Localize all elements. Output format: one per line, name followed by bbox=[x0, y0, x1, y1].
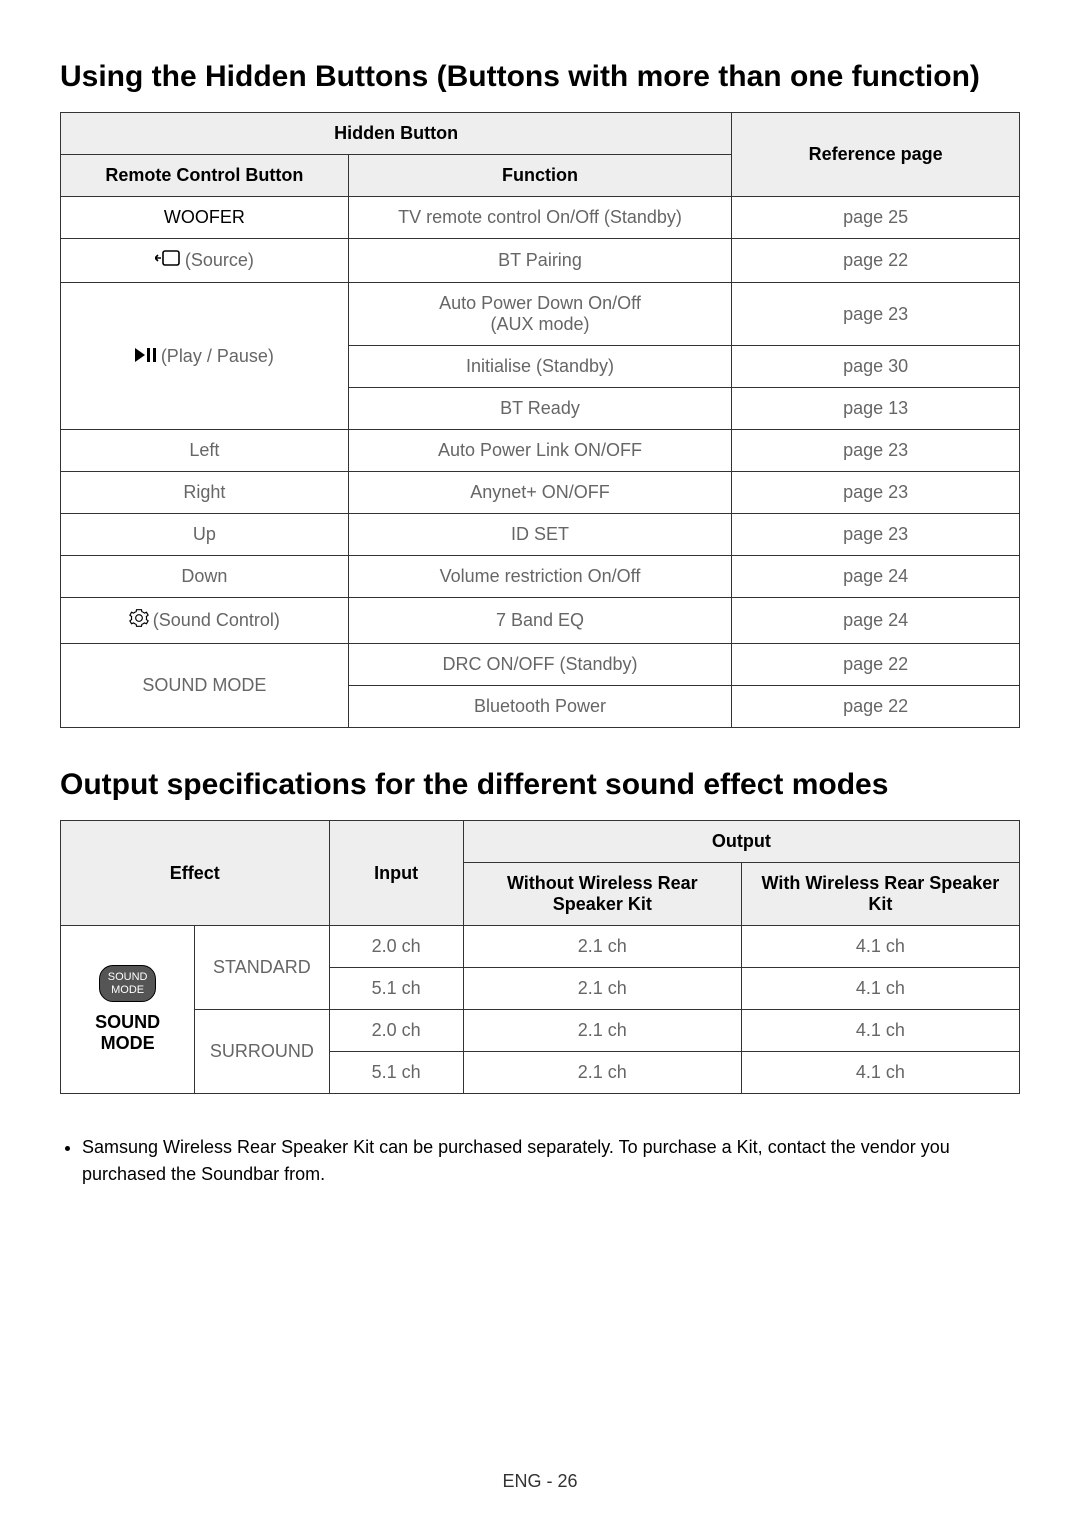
cell-function: Initialise (Standby) bbox=[348, 346, 732, 388]
cell-function: BT Ready bbox=[348, 388, 732, 430]
cell-button: Right bbox=[61, 472, 349, 514]
cell-button: Up bbox=[61, 514, 349, 556]
cell-without: 2.1 ch bbox=[463, 1010, 741, 1052]
cell-function: TV remote control On/Off (Standby) bbox=[348, 197, 732, 239]
cell-ref: page 23 bbox=[732, 430, 1020, 472]
th-without-kit: Without Wireless Rear Speaker Kit bbox=[463, 863, 741, 926]
cell-input: 2.0 ch bbox=[329, 926, 463, 968]
cell-button: Down bbox=[61, 556, 349, 598]
cell-function: Auto Power Down On/Off (AUX mode) bbox=[348, 283, 732, 346]
cell-ref: page 23 bbox=[732, 283, 1020, 346]
cell-button: SOUND MODE bbox=[61, 644, 349, 728]
cell-ref: page 22 bbox=[732, 644, 1020, 686]
cell-function: ID SET bbox=[348, 514, 732, 556]
cell-function: BT Pairing bbox=[348, 239, 732, 283]
cell-ref: page 23 bbox=[732, 514, 1020, 556]
table-row: SOUND MODE DRC ON/OFF (Standby) page 22 bbox=[61, 644, 1020, 686]
cell-button: WOOFER bbox=[61, 197, 349, 239]
cell-without: 2.1 ch bbox=[463, 1052, 741, 1094]
cell-sound-mode: SOUND MODE SOUND MODE bbox=[61, 926, 195, 1094]
table-row: Up ID SET page 23 bbox=[61, 514, 1020, 556]
cell-ref: page 25 bbox=[732, 197, 1020, 239]
cell-without: 2.1 ch bbox=[463, 968, 741, 1010]
play-pause-icon bbox=[135, 346, 157, 367]
th-reference-page: Reference page bbox=[732, 113, 1020, 197]
table-row: Down Volume restriction On/Off page 24 bbox=[61, 556, 1020, 598]
output-specs-table: Effect Input Output Without Wireless Rea… bbox=[60, 820, 1020, 1094]
table-row: (Sound Control) 7 Band EQ page 24 bbox=[61, 598, 1020, 644]
cell-ref: page 24 bbox=[732, 556, 1020, 598]
table-row: (Play / Pause) Auto Power Down On/Off (A… bbox=[61, 283, 1020, 346]
th-remote-control-button: Remote Control Button bbox=[61, 155, 349, 197]
source-icon bbox=[155, 249, 181, 272]
cell-button: (Source) bbox=[61, 239, 349, 283]
hidden-buttons-table: Hidden Button Reference page Remote Cont… bbox=[60, 112, 1020, 728]
cell-ref: page 13 bbox=[732, 388, 1020, 430]
cell-function: Anynet+ ON/OFF bbox=[348, 472, 732, 514]
cell-function: DRC ON/OFF (Standby) bbox=[348, 644, 732, 686]
cell-mode: STANDARD bbox=[195, 926, 329, 1010]
sound-mode-badge: SOUND MODE bbox=[99, 965, 157, 1001]
cell-button-label: (Source) bbox=[185, 250, 254, 271]
cell-input: 5.1 ch bbox=[329, 968, 463, 1010]
notes-list: Samsung Wireless Rear Speaker Kit can be… bbox=[60, 1134, 1020, 1188]
cell-ref: page 22 bbox=[732, 239, 1020, 283]
th-input: Input bbox=[329, 821, 463, 926]
gear-icon bbox=[129, 608, 149, 633]
badge-line2: MODE bbox=[111, 984, 144, 996]
th-output: Output bbox=[463, 821, 1019, 863]
note-item: Samsung Wireless Rear Speaker Kit can be… bbox=[82, 1134, 1020, 1188]
cell-button: Left bbox=[61, 430, 349, 472]
table-row: WOOFER TV remote control On/Off (Standby… bbox=[61, 197, 1020, 239]
cell-with: 4.1 ch bbox=[741, 926, 1019, 968]
page-footer: ENG - 26 bbox=[0, 1471, 1080, 1492]
cell-function: Bluetooth Power bbox=[348, 686, 732, 728]
cell-ref: page 22 bbox=[732, 686, 1020, 728]
heading-hidden-buttons: Using the Hidden Buttons (Buttons with m… bbox=[60, 60, 1020, 94]
cell-with: 4.1 ch bbox=[741, 1010, 1019, 1052]
cell-function: 7 Band EQ bbox=[348, 598, 732, 644]
cell-button: (Play / Pause) bbox=[61, 283, 349, 430]
th-function: Function bbox=[348, 155, 732, 197]
badge-line1: SOUND bbox=[108, 971, 148, 983]
cell-mode: SURROUND bbox=[195, 1010, 329, 1094]
sound-mode-label: SOUND MODE bbox=[69, 1012, 186, 1054]
th-with-kit: With Wireless Rear Speaker Kit bbox=[741, 863, 1019, 926]
table-row: Left Auto Power Link ON/OFF page 23 bbox=[61, 430, 1020, 472]
cell-without: 2.1 ch bbox=[463, 926, 741, 968]
cell-with: 4.1 ch bbox=[741, 1052, 1019, 1094]
table-row: Right Anynet+ ON/OFF page 23 bbox=[61, 472, 1020, 514]
cell-button-label: (Sound Control) bbox=[153, 610, 280, 631]
th-effect: Effect bbox=[61, 821, 330, 926]
cell-ref: page 24 bbox=[732, 598, 1020, 644]
th-hidden-button: Hidden Button bbox=[61, 113, 732, 155]
table-row: (Source) BT Pairing page 22 bbox=[61, 239, 1020, 283]
cell-ref: page 23 bbox=[732, 472, 1020, 514]
cell-function: Volume restriction On/Off bbox=[348, 556, 732, 598]
heading-output-specs: Output specifications for the different … bbox=[60, 768, 1020, 802]
cell-with: 4.1 ch bbox=[741, 968, 1019, 1010]
table-row: SURROUND 2.0 ch 2.1 ch 4.1 ch bbox=[61, 1010, 1020, 1052]
cell-function: Auto Power Link ON/OFF bbox=[348, 430, 732, 472]
cell-button: (Sound Control) bbox=[61, 598, 349, 644]
cell-input: 2.0 ch bbox=[329, 1010, 463, 1052]
cell-input: 5.1 ch bbox=[329, 1052, 463, 1094]
table-row: SOUND MODE SOUND MODE STANDARD 2.0 ch 2.… bbox=[61, 926, 1020, 968]
cell-button-label: (Play / Pause) bbox=[161, 346, 274, 367]
cell-ref: page 30 bbox=[732, 346, 1020, 388]
